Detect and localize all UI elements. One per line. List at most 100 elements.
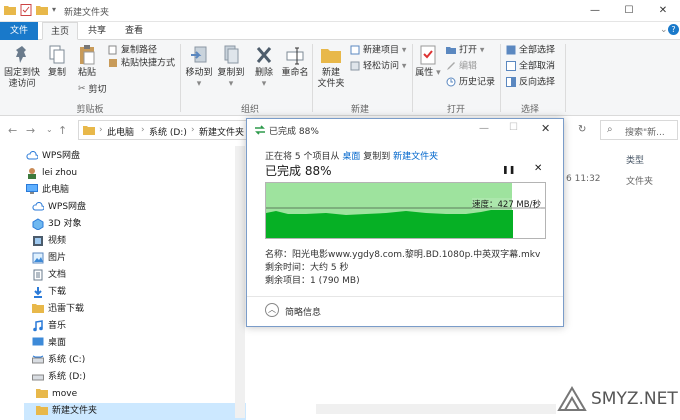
nav-item-drive-c[interactable]: 系统 (C:) (32, 352, 85, 369)
search-input[interactable]: ⌕ 搜索"新... (600, 120, 678, 140)
nav-item-new-folder[interactable]: 新建文件夹 (24, 403, 246, 420)
destination-link[interactable]: 新建文件夹 (393, 152, 438, 162)
dialog-close-button[interactable]: ✕ (541, 122, 550, 135)
pause-button[interactable]: ❚❚ (502, 165, 515, 174)
nav-item-3d-objects[interactable]: 3D 对象 (32, 216, 82, 233)
new-folder-label-1: 新建 (321, 68, 340, 78)
copy-arrows-icon (255, 125, 265, 135)
group-clipboard-label: 剪贴板 (76, 105, 104, 115)
move-to-label: 移动到 (185, 68, 213, 78)
breadcrumb-this-pc[interactable]: 此电脑 (107, 125, 134, 138)
nav-label: 图片 (48, 253, 67, 263)
navigation-pane: WPS网盘 lei zhou 此电脑 WPS网盘 3D 对象 视频 图片 文档 … (0, 146, 246, 420)
video-icon (33, 235, 43, 246)
invert-selection-button[interactable]: 反向选择 (506, 77, 555, 89)
tab-share[interactable]: 共享 (80, 22, 114, 40)
select-none-button[interactable]: 全部取消 (506, 61, 555, 73)
delete-x-icon (256, 47, 272, 63)
paste-shortcut-label: 粘贴快捷方式 (121, 58, 176, 69)
copy-path-button[interactable]: 复制路径 (108, 45, 157, 57)
paste-shortcut-button[interactable]: 粘贴快捷方式 (108, 58, 175, 70)
nav-item-documents[interactable]: 文档 (32, 267, 66, 284)
tab-file[interactable]: 文件 (0, 22, 38, 40)
nav-item-move[interactable]: move (36, 386, 77, 403)
nav-item-wps-cloud-2[interactable]: WPS网盘 (32, 199, 86, 216)
column-header-type[interactable]: 类型 (626, 153, 644, 166)
nav-item-wps-cloud[interactable]: WPS网盘 (26, 148, 80, 165)
move-to-button[interactable]: 移动到 ▾ (184, 44, 214, 90)
nav-item-thunder-downloads[interactable]: 迅雷下载 (32, 301, 84, 318)
copy-to-button[interactable]: 复制到 ▾ (216, 44, 246, 90)
back-arrow-icon[interactable]: ← (8, 124, 17, 137)
easy-access-label: 轻松访问 (363, 61, 400, 72)
history-button[interactable]: 历史记录 (446, 77, 495, 89)
new-folder-quick-icon[interactable] (36, 4, 48, 16)
nav-item-user[interactable]: lei zhou (26, 165, 77, 182)
properties-button[interactable]: 属性 ▾ (414, 44, 442, 79)
open-button[interactable]: 打开 ▾ (446, 45, 484, 57)
select-all-icon (506, 45, 516, 55)
invert-selection-label: 反向选择 (519, 77, 556, 88)
pin-quick-access-button[interactable]: 固定到快 速访问 (2, 44, 42, 90)
select-all-label: 全部选择 (519, 45, 556, 56)
horizontal-scrollbar[interactable] (316, 404, 556, 414)
move-to-icon (191, 46, 207, 63)
up-arrow-icon[interactable]: ↑ (58, 124, 67, 137)
quick-access-dropdown-icon[interactable]: ▾ (52, 5, 56, 14)
nav-scrollbar[interactable] (235, 146, 245, 418)
paste-icon (80, 45, 95, 65)
select-none-icon (506, 61, 516, 71)
delete-label: 删除 (254, 68, 273, 78)
forward-arrow-icon[interactable]: → (26, 124, 35, 137)
edit-button[interactable]: 编辑 (446, 61, 477, 73)
search-placeholder: 搜索"新... (625, 128, 665, 138)
recent-locations-dropdown-icon[interactable]: ⌄ (46, 125, 53, 134)
nav-item-drive-d[interactable]: 系统 (D:) (32, 369, 86, 386)
select-all-button[interactable]: 全部选择 (506, 45, 555, 57)
close-button[interactable]: ✕ (646, 0, 680, 22)
tab-home[interactable]: 主页 (42, 22, 78, 40)
nav-item-this-pc[interactable]: 此电脑 (26, 182, 69, 199)
open-icon (446, 47, 456, 54)
breadcrumb-new-folder[interactable]: 新建文件夹 (199, 125, 244, 138)
nav-item-pictures[interactable]: 图片 (32, 250, 66, 267)
nav-label: 音乐 (48, 321, 67, 331)
pin-label-1: 固定到快 (3, 68, 40, 78)
items-remaining-line: 剩余项目：1 (790 MB) (265, 276, 360, 286)
ribbon-collapse-icon[interactable]: ⌄ (660, 25, 668, 35)
tab-view[interactable]: 查看 (116, 22, 152, 40)
rename-button[interactable]: 重命名 (280, 44, 310, 79)
nav-label: WPS网盘 (42, 151, 81, 161)
chevron-up-icon: ︿ (265, 303, 279, 317)
nav-label: 3D 对象 (48, 219, 82, 229)
easy-access-button[interactable]: 轻松访问 ▾ (350, 61, 406, 73)
cut-button[interactable]: ✂ 剪切 (78, 84, 107, 96)
cube-icon (32, 217, 44, 230)
properties-label: 属性 (415, 68, 434, 78)
nav-item-music[interactable]: 音乐 (32, 318, 66, 335)
user-icon (28, 167, 36, 179)
help-icon[interactable]: ? (668, 24, 679, 35)
rename-label: 重命名 (281, 68, 309, 78)
refresh-icon[interactable]: ↻ (578, 124, 586, 135)
paste-button[interactable]: 粘贴 (72, 44, 102, 79)
properties-check-icon[interactable] (20, 4, 32, 16)
source-link[interactable]: 桌面 (342, 152, 360, 162)
minimize-button[interactable]: — (578, 0, 612, 22)
folder-icon (83, 126, 95, 135)
cancel-button[interactable]: ✕ (534, 163, 542, 174)
copy-progress-dialog: 已完成 88% — ☐ ✕ 正在将 5 个项目从 桌面 复制到 新建文件夹 已完… (246, 118, 564, 327)
maximize-button[interactable]: ☐ (612, 0, 646, 22)
breadcrumb-drive-d[interactable]: 系统 (D:) (149, 125, 187, 138)
dialog-minimize-button[interactable]: — (479, 123, 489, 134)
new-folder-button[interactable]: 新建 文件夹 (314, 44, 348, 90)
nav-item-desktop[interactable]: 桌面 (32, 335, 66, 352)
copy-button[interactable]: 复制 (44, 44, 70, 79)
delete-button[interactable]: 删除 ▾ (252, 44, 276, 90)
nav-item-downloads[interactable]: 下载 (32, 284, 66, 301)
nav-item-videos[interactable]: 视频 (32, 233, 66, 250)
cloud-icon (32, 202, 44, 211)
computer-icon (26, 184, 38, 194)
new-item-button[interactable]: 新建项目 ▾ (350, 45, 406, 57)
copy-label: 复制 (47, 68, 66, 78)
